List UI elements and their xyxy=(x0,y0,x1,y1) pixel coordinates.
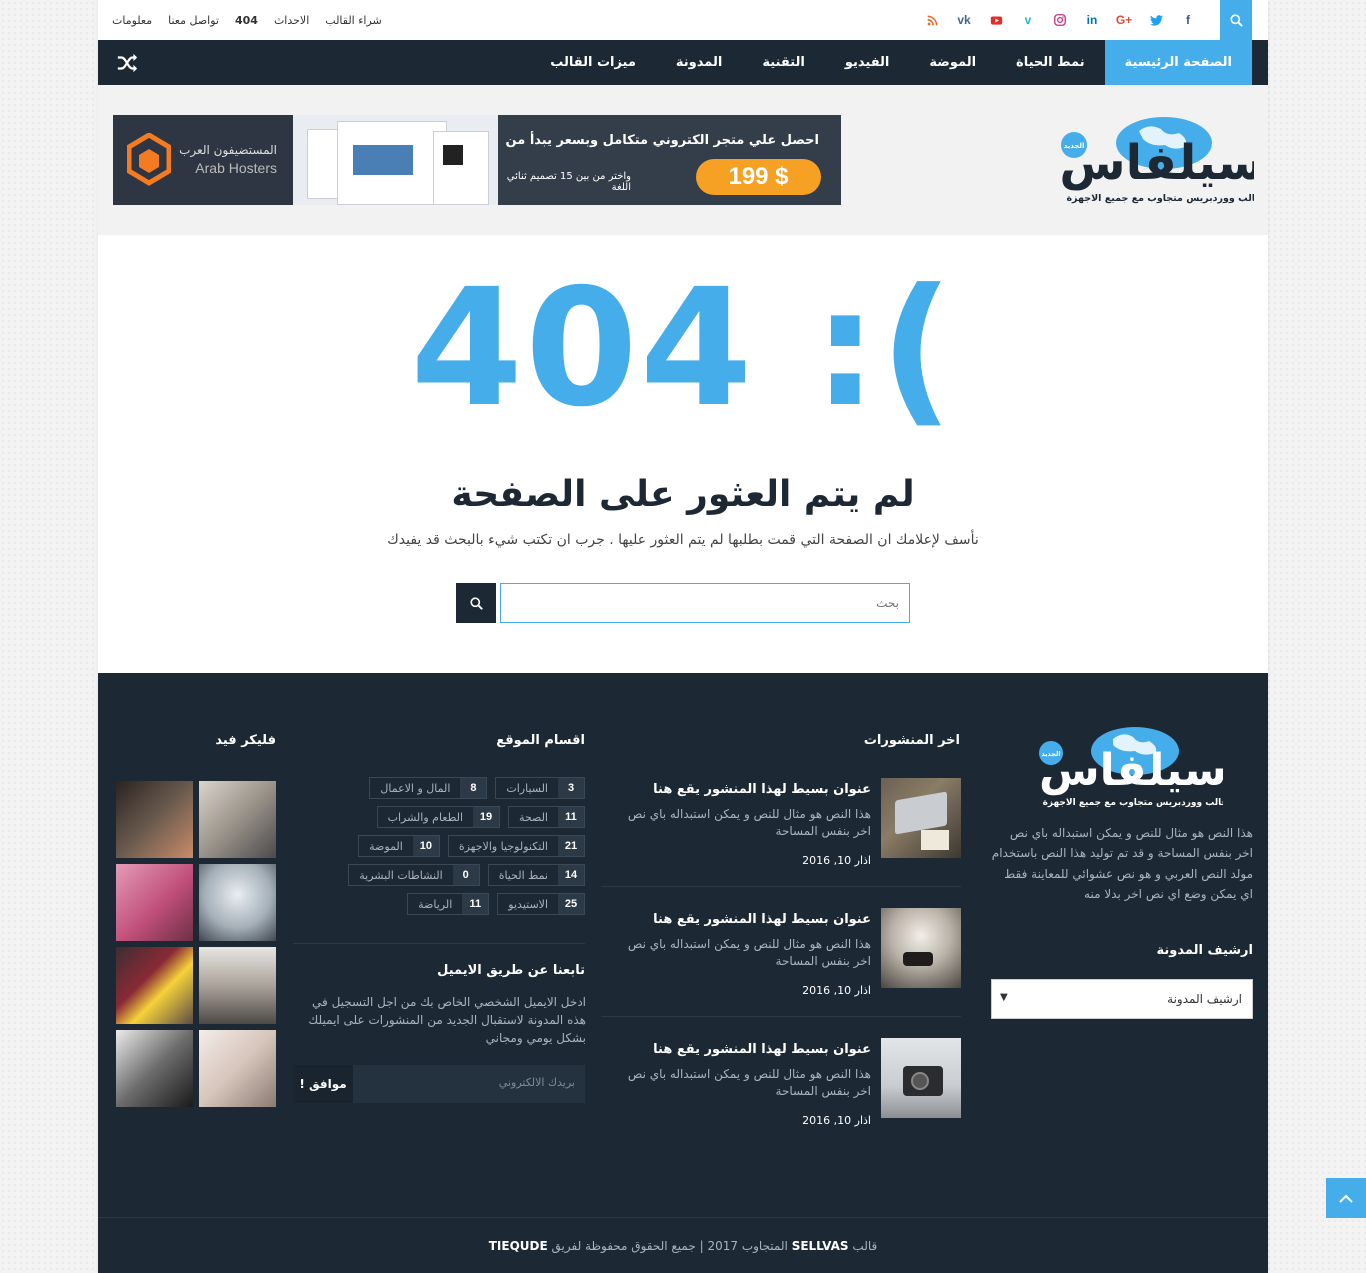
subscribe-email-input[interactable]: بريدك الالكتروني xyxy=(499,1076,575,1089)
subscribe-form: موافق ! بريدك الالكتروني xyxy=(293,1065,585,1103)
category-item[interactable]: 8 المال و الاعمال xyxy=(369,777,488,799)
category-count: 8 xyxy=(460,778,487,798)
category-row: 25 الاستيديو 11 الرياضة xyxy=(291,893,585,915)
copyright-team[interactable]: TIEQUDE xyxy=(489,1239,548,1253)
category-count: 11 xyxy=(462,894,489,914)
category-count: 25 xyxy=(558,894,584,914)
category-count: 21 xyxy=(558,836,584,856)
flickr-grid xyxy=(116,781,276,1107)
footer-about-text: هذا النص هو مثال للنص و يمكن استبداله با… xyxy=(991,826,1253,902)
categories-list: 3 السيارات 8 المال و الاعمال 11 الصحة 19 الط… xyxy=(291,777,585,922)
flickr-photo[interactable] xyxy=(199,781,276,858)
category-item[interactable]: 10 الموضة xyxy=(358,835,440,857)
footer-logo[interactable]: الجديد سيلفاس قالب ووردبريس متجاوب مع جم… xyxy=(1023,723,1228,813)
flickr-photo[interactable] xyxy=(116,947,193,1024)
error-code: 404 :( xyxy=(410,255,956,443)
copyright-text: المتجاوب 2017 | جميع الحقوق محفوظة لفريق xyxy=(551,1238,788,1253)
error-search-button[interactable] xyxy=(456,583,496,623)
post-divider xyxy=(601,886,961,887)
category-row: 21 التكنولوجيا والاجهزة 10 الموضة xyxy=(291,835,585,857)
category-row: 3 السيارات 8 المال و الاعمال xyxy=(291,777,585,799)
category-item[interactable]: 3 السيارات xyxy=(495,777,585,799)
recent-post[interactable]: عنوان بسيط لهذا المنشور يقع هنا هذا النص… xyxy=(601,908,961,1018)
category-count: 3 xyxy=(558,778,584,798)
post-thumbnail[interactable] xyxy=(881,1038,961,1118)
svg-text:قالب ووردبريس متجاوب مع جميع ا: قالب ووردبريس متجاوب مع جميع الاجهزة xyxy=(1043,798,1223,808)
recent-post[interactable]: عنوان بسيط لهذا المنشور يقع هنا هذا النص… xyxy=(601,778,961,888)
category-count: 0 xyxy=(452,865,479,885)
flickr-photo[interactable] xyxy=(199,1030,276,1107)
footer: الجديد سيلفاس قالب ووردبريس متجاوب مع جم… xyxy=(98,673,1268,1217)
flickr-photo[interactable] xyxy=(199,864,276,941)
post-thumbnail[interactable] xyxy=(881,778,961,858)
category-label: نمط الحياة xyxy=(498,868,548,882)
category-label: النشاطات البشرية xyxy=(359,868,443,882)
back-to-top-button[interactable] xyxy=(1326,1178,1366,1218)
flickr-photo[interactable] xyxy=(116,781,193,858)
category-item[interactable]: 14 نمط الحياة xyxy=(487,864,585,886)
category-label: الرياضة xyxy=(418,897,453,911)
recent-post[interactable]: عنوان بسيط لهذا المنشور يقع هنا هذا النص… xyxy=(601,1038,961,1148)
flickr-photo[interactable] xyxy=(116,1030,193,1107)
category-label: الموضة xyxy=(369,839,403,853)
post-excerpt: هذا النص هو مثال للنص و يمكن استبداله با… xyxy=(627,807,871,839)
category-item[interactable]: 21 التكنولوجيا والاجهزة xyxy=(447,835,585,857)
post-date: اذار 10, 2016 xyxy=(802,984,871,997)
error-search-input[interactable] xyxy=(500,583,910,623)
category-row: 11 الصحة 19 الطعام والشراب xyxy=(291,806,585,828)
copyright-brand: SELLVAS xyxy=(791,1238,849,1253)
flickr-title: فليكر فيد xyxy=(215,733,276,748)
post-date: اذار 10, 2016 xyxy=(802,1114,871,1127)
category-label: الاستيديو xyxy=(508,897,548,911)
category-label: المال و الاعمال xyxy=(380,781,451,795)
error-search-form xyxy=(456,583,910,623)
error-title: لم يتم العثور على الصفحة xyxy=(451,474,915,515)
post-date: اذار 10, 2016 xyxy=(802,854,871,867)
chevron-up-icon xyxy=(1339,1194,1353,1203)
category-count: 10 xyxy=(412,836,439,856)
post-title[interactable]: عنوان بسيط لهذا المنشور يقع هنا xyxy=(653,782,871,797)
category-count: 14 xyxy=(558,865,584,885)
category-item[interactable]: 0 النشاطات البشرية xyxy=(348,864,480,886)
flickr-photo[interactable] xyxy=(199,947,276,1024)
category-count: 19 xyxy=(473,807,500,827)
chevron-down-icon: ▼ xyxy=(1000,992,1008,1003)
error-message: نأسف لإعلامك ان الصفحة التي قمت بطلبها ل… xyxy=(387,532,979,548)
archive-select-value: ارشيف المدونة xyxy=(1167,992,1242,1006)
archive-select[interactable]: ارشيف المدونة ▼ xyxy=(991,979,1253,1019)
categories-divider xyxy=(293,943,585,944)
search-icon xyxy=(469,596,483,610)
category-label: الصحة xyxy=(519,810,548,824)
post-excerpt: هذا النص هو مثال للنص و يمكن استبداله با… xyxy=(627,1067,871,1099)
recent-posts-title: اخر المنشورات xyxy=(863,733,960,748)
category-label: السيارات xyxy=(506,781,548,795)
category-label: التكنولوجيا والاجهزة xyxy=(458,839,548,853)
post-excerpt: هذا النص هو مثال للنص و يمكن استبداله با… xyxy=(627,937,871,969)
category-label: الطعام والشراب xyxy=(387,810,464,824)
page-wrapper: f G+ in v vk معلومات تواصل معنا 404 الاح… xyxy=(98,0,1268,1273)
post-thumbnail[interactable] xyxy=(881,908,961,988)
flickr-photo[interactable] xyxy=(116,864,193,941)
subscribe-title: تابعنا عن طريق الايميل xyxy=(437,963,585,978)
category-item[interactable]: 19 الطعام والشراب xyxy=(376,806,501,828)
post-title[interactable]: عنوان بسيط لهذا المنشور يقع هنا xyxy=(653,912,871,927)
category-item[interactable]: 25 الاستيديو xyxy=(497,893,585,915)
categories-title: اقسام الموقع xyxy=(496,733,585,748)
copyright-prefix: قالب xyxy=(852,1238,878,1253)
category-count: 11 xyxy=(558,807,584,827)
copyright-bar: قالب SELLVAS المتجاوب 2017 | جميع الحقوق… xyxy=(98,1217,1268,1273)
post-title[interactable]: عنوان بسيط لهذا المنشور يقع هنا xyxy=(653,1042,871,1057)
category-item[interactable]: 11 الصحة xyxy=(508,806,585,828)
svg-text:سيلفاس: سيلفاس xyxy=(1039,745,1223,796)
category-row: 14 نمط الحياة 0 النشاطات البشرية xyxy=(291,864,585,886)
category-item[interactable]: 11 الرياضة xyxy=(407,893,490,915)
post-divider xyxy=(601,1016,961,1017)
archive-title: ارشيف المدونة xyxy=(1156,943,1253,958)
subscribe-button[interactable]: موافق ! xyxy=(293,1065,353,1103)
subscribe-text: ادخل الايميل الشخصي الخاص بك من اجل التس… xyxy=(308,995,586,1045)
